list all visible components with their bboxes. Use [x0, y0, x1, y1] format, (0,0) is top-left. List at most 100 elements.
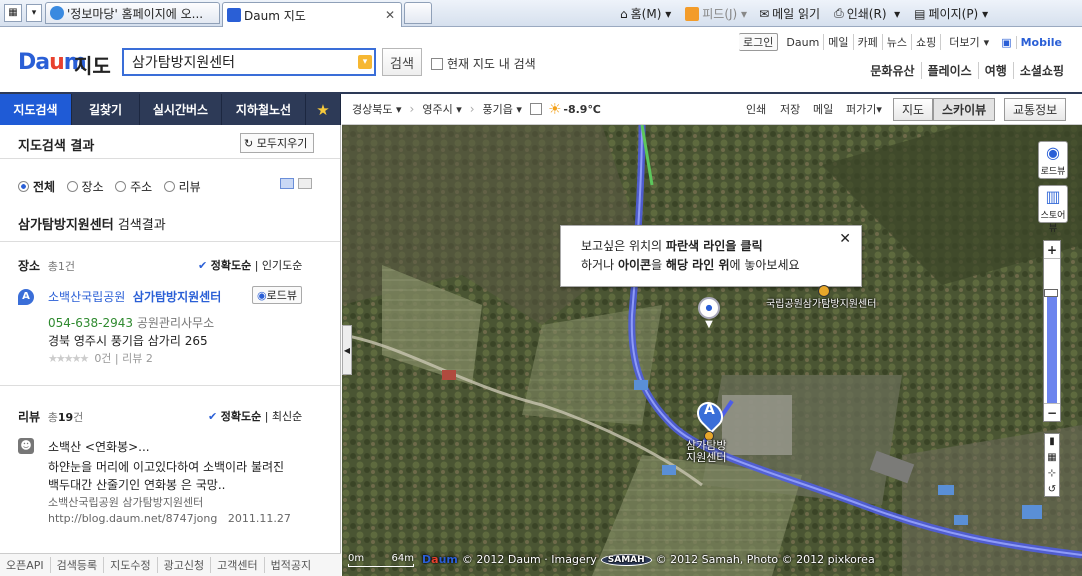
new-tab-button[interactable] — [404, 2, 432, 24]
read-mail-button[interactable]: ✉ 메일 읽기 — [759, 5, 820, 22]
tab-realtime-bus[interactable]: 실시간버스 — [140, 94, 222, 125]
subnav-place[interactable]: 플레이스 — [920, 62, 978, 79]
zoom-in-button[interactable]: + — [1044, 241, 1060, 259]
browser-tab-1[interactable]: '정보마당' 홈페이지에 오... — [45, 2, 220, 24]
browser-tab-2[interactable]: Daum 지도 ✕ — [222, 2, 402, 27]
nav-mail[interactable]: 메일 — [823, 34, 852, 50]
tab-list-icon[interactable]: ▾ — [26, 4, 42, 22]
map-viewport[interactable]: ◀ ◉ 로드뷰 ▥ 스토어뷰 + − ▮ ▦ ⊹ ↺ 보고싶은 위치의 파란색 … — [342, 125, 1082, 576]
clear-all-button[interactable]: ↻ 모두지우기 — [240, 133, 314, 153]
map-save-button[interactable]: 저장 — [780, 101, 800, 117]
check-icon: ✔ — [198, 259, 208, 272]
current-map-search-checkbox[interactable]: 현재 지도 내 검색 — [431, 55, 536, 72]
feeds-button[interactable]: 피드(J) ▾ — [685, 5, 747, 22]
page-title: 지도 — [74, 54, 111, 78]
traffic-button[interactable]: 교통정보 — [1004, 97, 1067, 121]
zoom-handle[interactable] — [1044, 289, 1058, 297]
autocomplete-toggle-icon[interactable]: ▾ — [358, 55, 372, 69]
close-icon[interactable]: ✕ — [839, 230, 851, 249]
browser-tab-label: '정보마당' 홈페이지에 오... — [67, 6, 204, 21]
footer-open-api[interactable]: 오픈API — [0, 557, 50, 573]
view-map-button[interactable]: 지도 — [893, 97, 934, 121]
places-count: 총1건 — [47, 260, 75, 273]
map-print-button[interactable]: 인쇄 — [746, 101, 766, 117]
close-tab-icon[interactable]: ✕ — [385, 8, 395, 22]
refresh-icon: ↻ — [244, 137, 254, 150]
grid-view-icon[interactable] — [297, 178, 312, 189]
top-nav: 로그인 Daum 메일 카페 뉴스 쇼핑 더보기 ▾ ▣ Mobile — [739, 33, 1070, 51]
mobile-icon: ▣ — [1001, 35, 1012, 49]
left-footer: 오픈API 검색등록 지도수정 광고신청 고객센터 법적공지 — [0, 553, 341, 576]
favorites-star-icon[interactable]: ★ — [306, 94, 341, 125]
page-button[interactable]: ▤ 페이지(P) ▾ — [914, 5, 988, 22]
sort-accuracy-reviews[interactable]: ✔ 정확도순 — [208, 410, 261, 423]
breadcrumb-checkbox[interactable] — [529, 103, 542, 115]
zoom-out-button[interactable]: − — [1044, 403, 1060, 421]
nav-cafe[interactable]: 카페 — [852, 34, 882, 50]
map-mail-button[interactable]: 메일 — [813, 101, 833, 117]
search-input-value: 삼가탐방지원센터 — [132, 55, 236, 71]
poi-label: 국립공원삼가탐방지원센터 — [766, 299, 877, 310]
mail-icon: ✉ — [759, 6, 770, 21]
mobile-link[interactable]: ▣ Mobile — [993, 35, 1070, 49]
review-title-link[interactable]: 소백산 <연화봉>... — [48, 438, 340, 455]
nav-daum[interactable]: Daum — [782, 36, 823, 49]
subnav-heritage[interactable]: 문화유산 — [864, 62, 920, 79]
breadcrumb-province[interactable]: 경상북도 ▾ — [352, 101, 402, 117]
footer-support[interactable]: 고객센터 — [210, 557, 263, 573]
tab-map-search[interactable]: 지도검색 — [0, 94, 72, 125]
footer-map-edit[interactable]: 지도수정 — [103, 557, 156, 573]
storeview-control[interactable]: ▥ 스토어뷰 — [1038, 185, 1068, 234]
tab-directions[interactable]: 길찾기 — [72, 94, 140, 125]
avatar-icon: ☻ — [18, 438, 34, 454]
footer-ads[interactable]: 광고신청 — [156, 557, 210, 573]
footer-legal[interactable]: 법적공지 — [263, 557, 317, 573]
map-share-button[interactable]: 퍼가기▾ — [846, 101, 882, 117]
reviews-sort: ✔ 정확도순 | 최신순 — [208, 410, 303, 423]
satellite-imagery[interactable] — [342, 125, 1082, 576]
subnav-social-shopping[interactable]: 소셜쇼핑 — [1012, 62, 1070, 79]
collapse-panel-handle[interactable]: ◀ — [342, 325, 352, 375]
sort-latest[interactable]: 최신순 — [272, 410, 302, 423]
daum-icon — [227, 8, 241, 22]
home-button[interactable]: ⌂ 홈(M) ▾ — [620, 5, 671, 22]
distance-tool-icon[interactable]: ▮ — [1045, 434, 1059, 450]
breadcrumb-city[interactable]: 영주시 ▾ — [422, 101, 461, 117]
filter-place[interactable]: 장소 — [66, 180, 104, 194]
search-input[interactable]: 삼가탐방지원센터 ▾ — [122, 48, 376, 76]
subnav-travel[interactable]: 여행 — [977, 62, 1013, 79]
browser-tab-label: Daum 지도 — [244, 8, 306, 23]
area-tool-icon[interactable]: ▦ — [1045, 450, 1059, 466]
radius-tool-icon[interactable]: ⊹ — [1045, 466, 1059, 482]
place-name-link[interactable]: 삼가탐방지원센터 — [133, 290, 221, 304]
filter-all[interactable]: 전체 — [18, 180, 55, 194]
roadview-pegman-icon[interactable]: ● ▼ — [697, 297, 721, 333]
search-button[interactable]: 검색 — [382, 48, 422, 76]
sort-popular[interactable]: 인기도순 — [262, 259, 302, 272]
command-bar: ⌂ 홈(M) ▾ 피드(J) ▾ ✉ 메일 읽기 ⎙ 인쇄(R) ▾ ▤ 페이지(P) … — [620, 0, 988, 27]
reset-icon[interactable]: ↺ — [1045, 482, 1059, 498]
review-link[interactable]: 리뷰 2 — [122, 352, 153, 365]
tab-subway[interactable]: 지하철노선 — [222, 94, 306, 125]
zoom-slider[interactable]: + − — [1043, 240, 1061, 422]
print-button[interactable]: ⎙ 인쇄(R) ▾ — [834, 5, 900, 22]
list-view-icon[interactable] — [280, 178, 294, 189]
view-skyview-button[interactable]: 스카이뷰 — [933, 97, 996, 121]
review-url[interactable]: http://blog.daum.net/8747jong — [48, 512, 217, 525]
nav-more[interactable]: 더보기 ▾ — [940, 34, 993, 50]
zoom-track[interactable] — [1044, 263, 1058, 403]
nav-news[interactable]: 뉴스 — [881, 34, 911, 50]
roadview-badge[interactable]: ◉로드뷰 — [252, 286, 302, 304]
login-button[interactable]: 로그인 — [739, 33, 779, 51]
filter-address[interactable]: 주소 — [115, 180, 152, 194]
breadcrumb-town[interactable]: 풍기읍 ▾ — [483, 101, 522, 117]
check-icon: ✔ — [208, 410, 218, 423]
nav-shopping[interactable]: 쇼핑 — [911, 34, 940, 50]
roadview-control[interactable]: ◉ 로드뷰 — [1038, 141, 1068, 179]
footer-register[interactable]: 검색등록 — [49, 557, 103, 573]
sort-accuracy[interactable]: ✔ 정확도순 — [198, 259, 251, 272]
filter-review[interactable]: 리뷰 — [163, 180, 201, 194]
rating-stars-icon: ★★★★★ — [48, 352, 89, 365]
sun-icon: ☀ — [547, 100, 562, 118]
tab-grid-icon[interactable]: ▦ — [4, 4, 22, 22]
